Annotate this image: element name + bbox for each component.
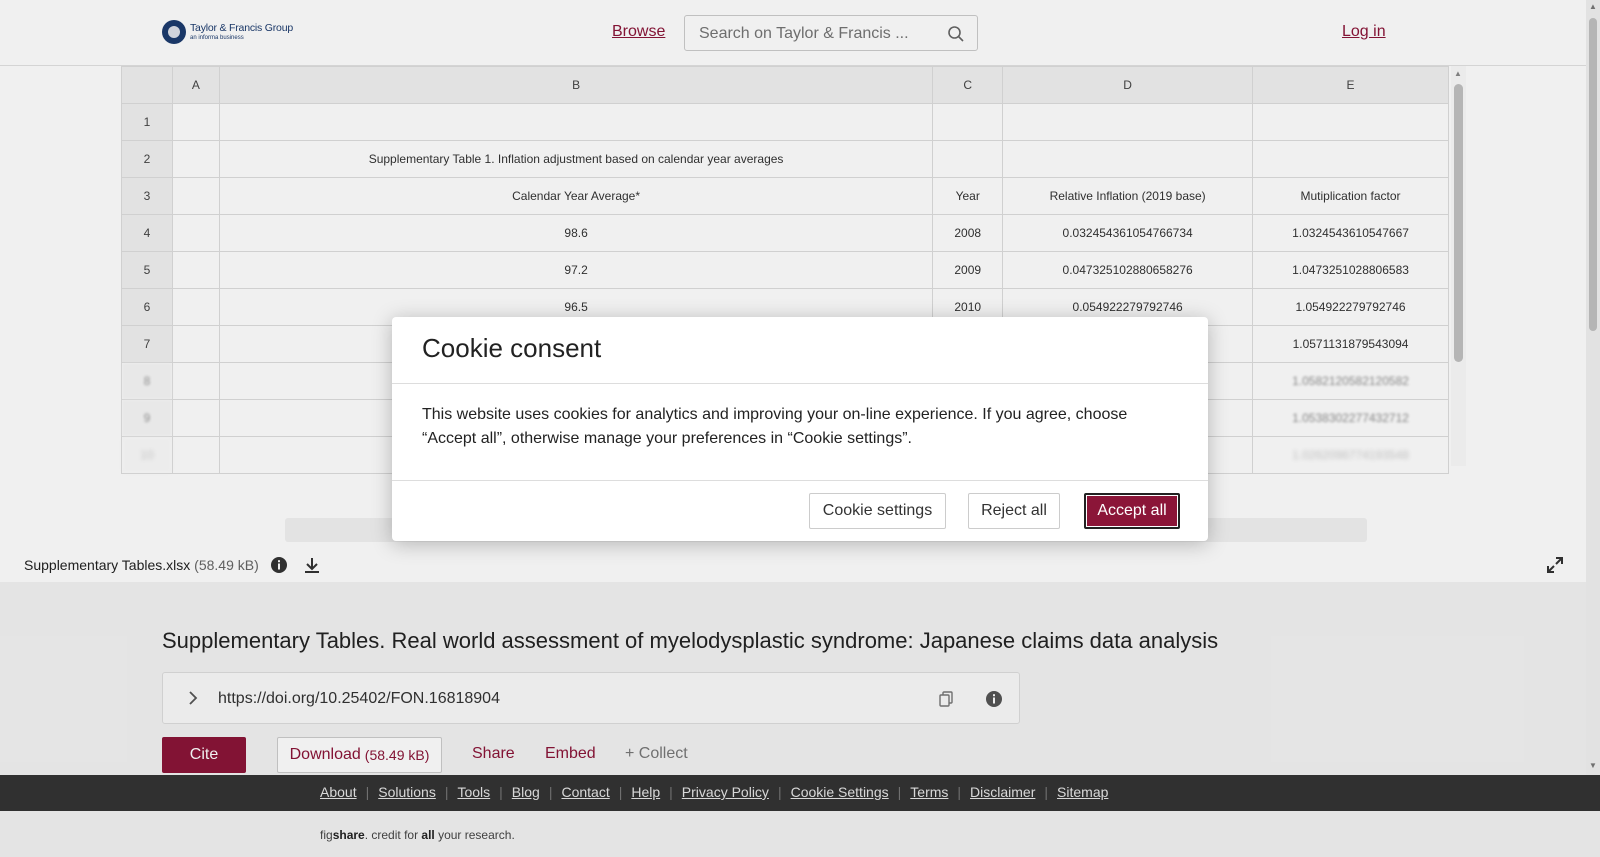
cookie-dialog-title: Cookie consent [422,333,602,363]
cookie-consent-dialog: Cookie consent This website uses cookies… [392,317,1208,541]
cookie-dialog-body: This website uses cookies for analytics … [422,406,1128,447]
divider [392,383,1208,384]
cookie-settings-button[interactable]: Cookie settings [809,493,946,529]
reject-all-button[interactable]: Reject all [968,493,1060,529]
divider [392,480,1208,481]
accept-all-button[interactable]: Accept all [1084,493,1180,529]
